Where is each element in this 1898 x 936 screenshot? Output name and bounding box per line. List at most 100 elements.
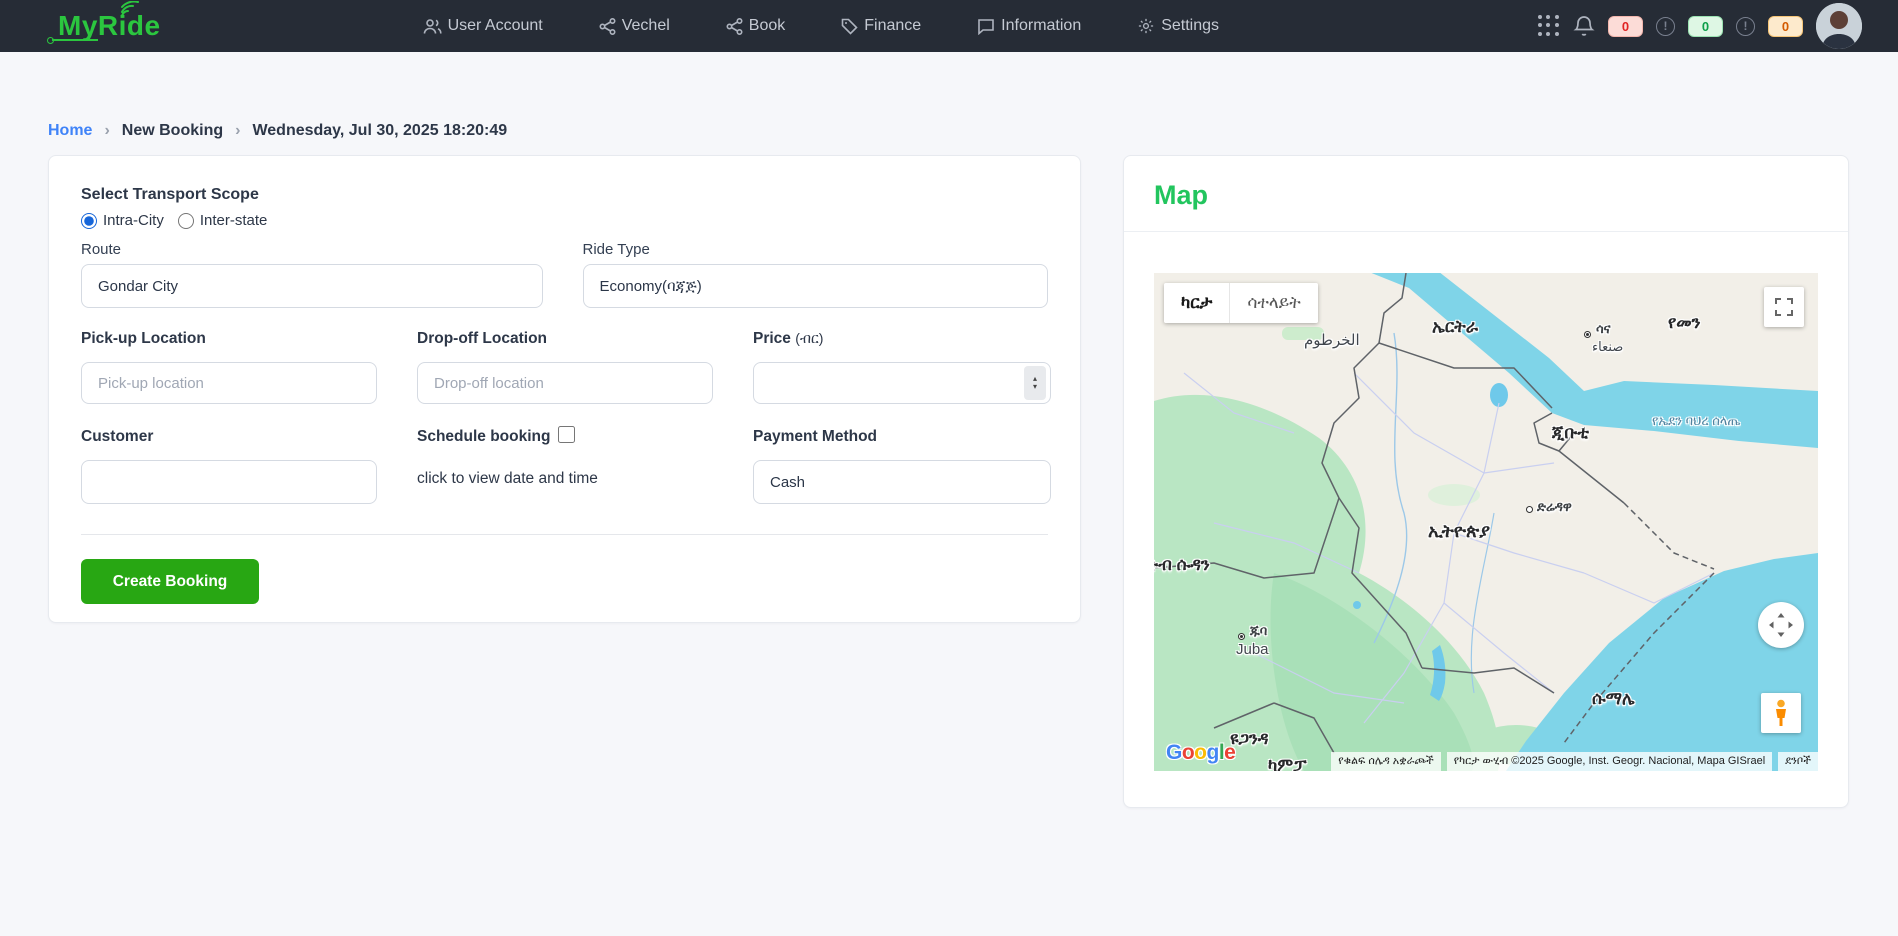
nav-right-cluster: 0 ! 0 ! 0 (1538, 3, 1862, 49)
breadcrumb-current: New Booking (122, 122, 223, 140)
notification-count-badge[interactable]: 0 (1608, 16, 1643, 37)
customer-input[interactable] (81, 460, 377, 504)
breadcrumb-separator: › (104, 122, 109, 140)
map-label-juba-amharic: ጁባ (1250, 623, 1267, 639)
payment-method-label: Payment Method (753, 428, 1051, 446)
radio-inter-state[interactable] (178, 213, 194, 229)
top-navbar: MyRide User Account Vechel Book Finance … (0, 0, 1898, 52)
brand-underline (52, 39, 98, 41)
nav-item-book[interactable]: Book (726, 17, 785, 35)
customer-label: Customer (81, 428, 377, 446)
map-label-south-sudan: ደቡብ ሱዳን (1154, 555, 1210, 575)
dropoff-input[interactable] (417, 362, 713, 404)
pegman-icon (1773, 699, 1789, 727)
map-label-juba: Juba (1236, 641, 1269, 658)
google-map-canvas[interactable]: الخرطوم ኤርትራ ሳና صنعاء የመን የኤደን ባህረ ሰላጤ ጂ… (1154, 273, 1818, 771)
map-label-sanaa-arabic: صنعاء (1592, 339, 1623, 355)
users-icon (423, 18, 442, 35)
map-label-eritrea: ኤርትራ (1432, 317, 1478, 337)
schedule-booking-label: Schedule booking (417, 428, 550, 446)
number-spinner[interactable]: ▴▾ (1024, 366, 1046, 400)
scope-section-label: Select Transport Scope (81, 186, 1048, 204)
map-card-divider (1124, 231, 1848, 232)
green-count-badge[interactable]: 0 (1688, 16, 1723, 37)
signal-waves-icon (118, 1, 140, 19)
map-attribution-bar: የቁልፍ ሰሌዳ አቋራጮች የካርታ ውሂብ ©2025 Google, In… (1331, 752, 1818, 771)
bell-icon[interactable] (1573, 14, 1595, 38)
brand-text: MyRide (58, 10, 161, 41)
map-label-dire-dawa: ድሬዳዋ (1537, 499, 1572, 515)
map-type-control: ካርታ ሳተላይት (1164, 283, 1318, 323)
map-marker-juba (1238, 633, 1245, 640)
nav-label: User Account (448, 17, 543, 35)
map-marker-dire-dawa (1526, 506, 1533, 513)
schedule-booking-checkbox[interactable] (558, 426, 575, 443)
map-type-button-map[interactable]: ካርታ (1164, 283, 1229, 323)
pan-arrows-icon (1768, 612, 1794, 638)
route-label: Route (81, 241, 543, 258)
map-type-button-satellite[interactable]: ሳተላይት (1229, 283, 1317, 323)
ride-type-select[interactable]: Economy(ባጃጅ) (583, 264, 1048, 308)
nav-item-finance[interactable]: Finance (841, 17, 921, 35)
pickup-input[interactable] (81, 362, 377, 404)
map-card-title: Map (1124, 156, 1848, 231)
alert-circle-icon[interactable]: ! (1736, 17, 1755, 36)
user-avatar[interactable] (1816, 3, 1862, 49)
gear-icon (1137, 17, 1155, 35)
pan-control[interactable] (1758, 602, 1804, 648)
nav-item-settings[interactable]: Settings (1137, 17, 1219, 35)
map-label-yemen: የመን (1668, 313, 1701, 333)
nav-label: Book (749, 17, 785, 35)
price-input[interactable] (753, 362, 1051, 404)
chat-bubble-icon (977, 18, 995, 35)
nav-label: Finance (864, 17, 921, 35)
radio-intra-city-label[interactable]: Intra-City (103, 212, 164, 229)
breadcrumb-home-link[interactable]: Home (48, 122, 92, 140)
map-data-attribution: የካርታ ውሂብ ©2025 Google, Inst. Geogr. Naci… (1447, 752, 1772, 771)
form-divider (81, 534, 1048, 535)
nav-item-information[interactable]: Information (977, 17, 1081, 35)
price-unit: (ብር) (795, 330, 823, 346)
keyboard-shortcuts-button[interactable]: የቁልፍ ሰሌዳ አቋራጮች (1331, 752, 1441, 771)
pickup-label: Pick-up Location (81, 330, 377, 348)
brand-logo[interactable]: MyRide (58, 10, 161, 42)
fullscreen-button[interactable] (1764, 287, 1804, 327)
create-booking-button[interactable]: Create Booking (81, 559, 259, 604)
map-marker-sanaa (1584, 331, 1591, 338)
nav-item-vechel[interactable]: Vechel (599, 17, 670, 35)
schedule-hint-text: click to view date and time (417, 470, 713, 488)
dropoff-label: Drop-off Location (417, 330, 713, 348)
breadcrumb-timestamp: Wednesday, Jul 30, 2025 18:20:49 (252, 122, 507, 140)
nav-label: Vechel (622, 17, 670, 35)
terms-link[interactable]: ደንቦች (1778, 752, 1818, 771)
breadcrumb: Home › New Booking › Wednesday, Jul 30, … (48, 122, 507, 140)
avatar-photo (1816, 3, 1862, 49)
map-card: Map (1123, 155, 1849, 808)
tag-icon (841, 18, 858, 35)
radio-intra-city[interactable] (81, 213, 97, 229)
new-booking-card: Select Transport Scope Intra-City Inter-… (48, 155, 1081, 623)
ride-type-label: Ride Type (583, 241, 1048, 258)
nav-label: Information (1001, 17, 1081, 35)
map-label-uganda: ዩጋንዳ (1230, 729, 1269, 749)
orange-count-badge[interactable]: 0 (1768, 16, 1803, 37)
pegman-button[interactable] (1761, 693, 1801, 733)
nav-item-user-account[interactable]: User Account (423, 17, 543, 35)
nav-label: Settings (1161, 17, 1219, 35)
map-label-djibouti: ጂቡቲ (1552, 423, 1589, 443)
main-nav: User Account Vechel Book Finance Informa… (423, 17, 1219, 35)
map-label-gulf-of-aden: የኤደን ባህረ ሰላጤ (1652, 413, 1740, 429)
radio-inter-state-label[interactable]: Inter-state (200, 212, 268, 229)
share-network-icon (599, 18, 616, 35)
alert-circle-icon[interactable]: ! (1656, 17, 1675, 36)
share-network-icon (726, 18, 743, 35)
apps-grid-icon[interactable] (1538, 15, 1560, 37)
fullscreen-icon (1775, 298, 1793, 316)
map-label-kampala: ካምፓ (1268, 756, 1307, 771)
price-label: Price (ብር) (753, 330, 1051, 348)
payment-method-select[interactable]: Cash (753, 460, 1051, 504)
map-label-khartoum: الخرطوم (1304, 331, 1360, 349)
route-select[interactable]: Gondar City (81, 264, 543, 308)
google-logo[interactable]: Google (1166, 741, 1235, 765)
breadcrumb-separator: › (235, 122, 240, 140)
